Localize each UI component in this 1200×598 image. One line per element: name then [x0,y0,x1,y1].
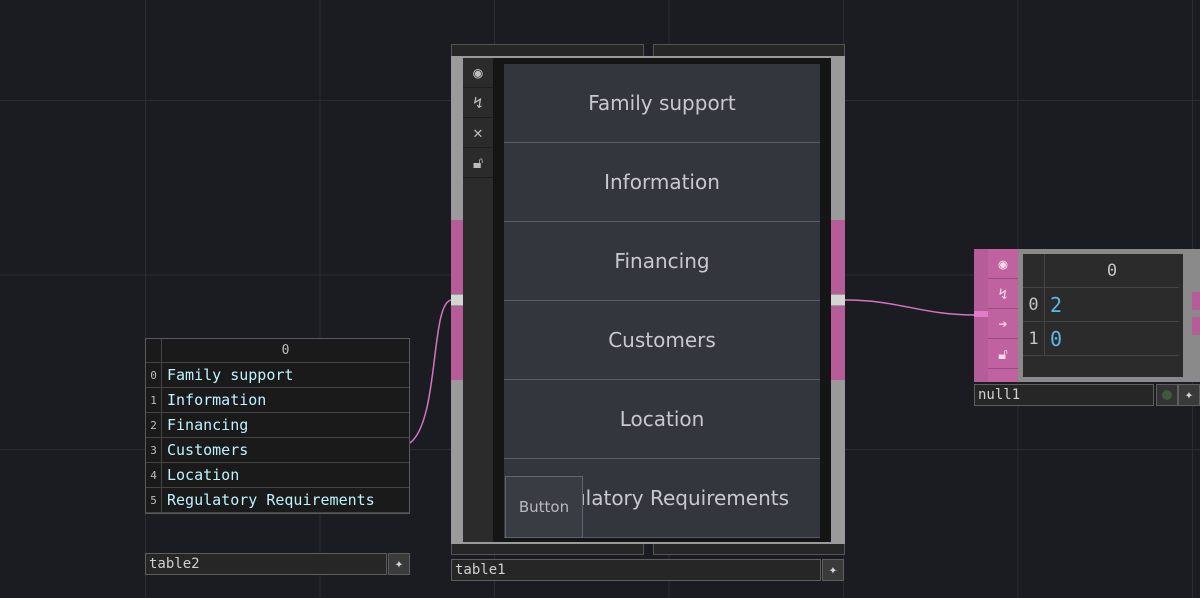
table2-corner-cell [146,339,162,363]
input-connector-top[interactable] [451,220,463,294]
table1-output-strip [831,56,845,544]
lock-icon[interactable]: 🔓︎ [988,339,1018,369]
sparkle-icon[interactable]: ✦ [822,559,844,581]
cell-value: 2 [1050,293,1063,317]
wire-table1-to-null1[interactable] [844,299,977,316]
row-index: 0 [146,363,162,388]
list-item[interactable]: Financing [504,222,820,301]
null1-input-strip [974,249,988,382]
table-row: 3 Customers [146,438,409,463]
null1-operator[interactable]: ◉ ↯ ➔ 🔓︎ 0 0 2 1 0 [974,249,1200,382]
output-port[interactable] [831,295,845,305]
table1-frame: ◉ ↯ ✕ 🔓︎ Family support Information Fina… [451,56,845,544]
table-row: 0 Family support [146,363,409,388]
input-port[interactable] [451,295,463,305]
null1-viewer[interactable]: 0 0 2 1 0 [1018,249,1190,382]
list-item[interactable]: Information [504,143,820,222]
row-index: 1 [1023,322,1045,356]
bypass-icon[interactable]: ↯ [463,88,493,118]
row-index: 5 [146,488,162,513]
table2-column-header: 0 [162,339,409,363]
row-index: 0 [1023,288,1045,322]
cell-value: 0 [1050,327,1063,351]
cell-value: Customers [167,441,249,459]
row-index: 1 [146,388,162,413]
cell-value: Regulatory Requirements [167,491,375,509]
cell-value: Financing [167,416,249,434]
input-connector-bottom[interactable] [451,306,463,380]
null1-corner-cell [1023,254,1045,288]
output-connector-top[interactable] [831,220,845,294]
table-row: 2 Financing [146,413,409,438]
table1-bottom-bar-right [653,544,845,555]
table1-viewer[interactable]: Family support Information Financing Cus… [493,58,831,542]
list-item[interactable]: Customers [504,301,820,380]
row-index: 3 [146,438,162,463]
output-connector-bottom[interactable] [1192,317,1200,335]
wire-table2-to-table1[interactable] [409,299,453,444]
table1-bottom-bar-left [451,544,644,555]
table2-header: 0 [146,339,409,363]
null1-column-header: 0 [1045,254,1179,288]
row-index: 2 [146,413,162,438]
lock-icon[interactable]: 🔓︎ [463,148,493,178]
table1-input-strip [451,56,463,544]
display-icon[interactable]: ➔ [988,309,1018,339]
null1-output-strip [1190,249,1200,382]
overlay-button[interactable]: Button [505,476,583,538]
viewer-toggle-icon[interactable] [1156,384,1178,406]
viewer-icon[interactable]: ◉ [463,58,493,88]
table1-name-field[interactable]: table1 [451,559,821,581]
row-index: 4 [146,463,162,488]
table1-operator[interactable]: ◉ ↯ ✕ 🔓︎ Family support Information Fina… [451,44,845,555]
table2-operator[interactable]: 0 0 Family support 1 Information 2 Finan… [145,338,410,514]
button-list-panel: Family support Information Financing Cus… [504,64,820,538]
sparkle-icon[interactable]: ✦ [388,553,410,575]
table-row: 5 Regulatory Requirements [146,488,409,513]
table1-toolbar: ◉ ↯ ✕ 🔓︎ [463,58,493,542]
close-icon[interactable]: ✕ [463,118,493,148]
viewer-icon[interactable]: ◉ [988,249,1018,279]
output-connector-top[interactable] [1192,292,1200,310]
bypass-icon[interactable]: ↯ [988,279,1018,309]
list-item[interactable]: Location [504,380,820,459]
table1-top-bar-left [451,44,644,56]
null1-toolbar: ◉ ↯ ➔ 🔓︎ [988,249,1018,382]
sparkle-icon[interactable]: ✦ [1178,384,1200,406]
cell-value: Location [167,466,240,484]
table-row: 0 2 [1023,288,1179,322]
cell-value: Information [167,391,267,409]
cell-value: Family support [167,366,294,384]
table-row: 1 0 [1023,322,1179,356]
table-row: 4 Location [146,463,409,488]
table2-name-field[interactable]: table2 [145,553,387,575]
output-connector-bottom[interactable] [831,306,845,380]
input-port[interactable] [974,311,988,317]
table1-top-bar-right [653,44,845,56]
list-item[interactable]: Family support [504,64,820,143]
null1-table: 0 0 2 1 0 [1023,254,1183,377]
null1-name-field[interactable]: null1 [974,384,1154,406]
table-row: 1 Information [146,388,409,413]
